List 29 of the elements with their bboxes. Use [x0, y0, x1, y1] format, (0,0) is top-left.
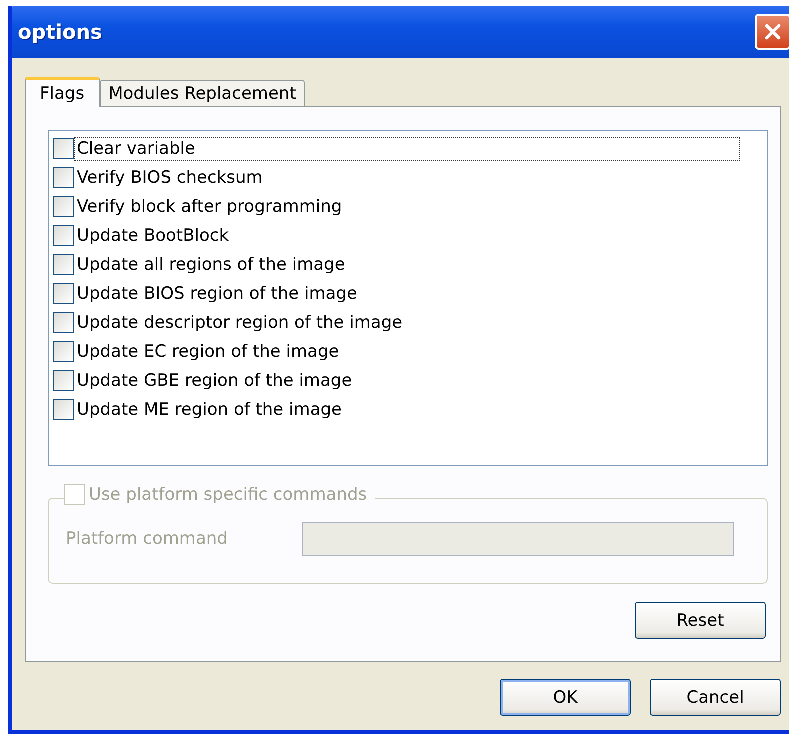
- checkbox[interactable]: [53, 138, 74, 159]
- tab[interactable]: Modules Replacement: [100, 80, 306, 106]
- close-button[interactable]: [755, 14, 789, 50]
- checkbox[interactable]: [53, 341, 74, 362]
- checkbox[interactable]: [53, 283, 74, 304]
- checkbox[interactable]: [53, 225, 74, 246]
- window-title: options: [18, 20, 104, 44]
- checkbox-label[interactable]: Update GBE region of the image: [74, 368, 356, 392]
- checkbox-label[interactable]: Update ME region of the image: [74, 398, 345, 422]
- checkbox-label[interactable]: Verify BIOS checksum: [74, 166, 266, 190]
- checkbox[interactable]: [53, 167, 74, 188]
- checkbox-label[interactable]: Clear variable: [74, 136, 740, 160]
- dialog-button[interactable]: OK: [500, 679, 631, 716]
- checkbox-label[interactable]: Update EC region of the image: [74, 340, 342, 364]
- checkbox-label[interactable]: Update BootBlock: [74, 224, 232, 248]
- close-icon: [763, 22, 783, 42]
- checkbox-label[interactable]: Verify block after programming: [74, 194, 346, 218]
- tab[interactable]: Flags: [25, 77, 100, 107]
- checkbox[interactable]: [53, 254, 74, 275]
- checkbox[interactable]: [53, 370, 74, 391]
- checkbox-label[interactable]: Update BIOS region of the image: [74, 282, 360, 306]
- reset-button[interactable]: Reset: [635, 602, 766, 639]
- checkbox[interactable]: [53, 196, 74, 217]
- checkbox-label[interactable]: Update all regions of the image: [74, 252, 348, 276]
- field-label: Platform command: [66, 529, 228, 549]
- checkbox[interactable]: [53, 399, 74, 420]
- checkbox-label[interactable]: Update descriptor region of the image: [74, 310, 406, 334]
- dialog-button[interactable]: Cancel: [650, 679, 781, 716]
- checkbox[interactable]: [53, 312, 74, 333]
